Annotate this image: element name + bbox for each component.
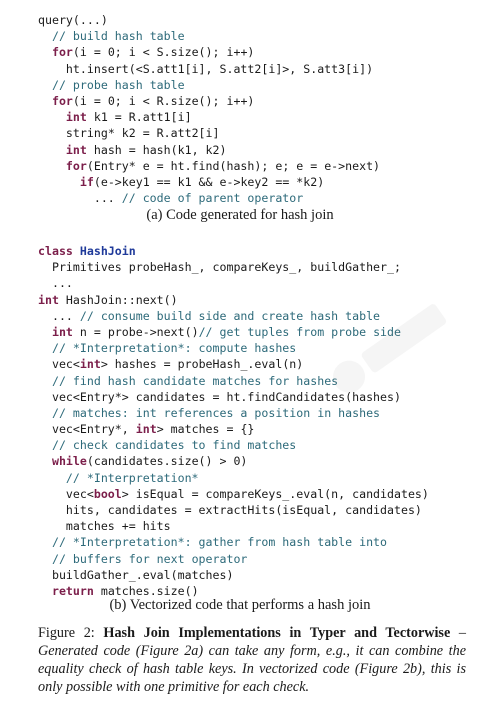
code-line: int HashJoin::next() (38, 292, 429, 308)
code-keyword: int (79, 357, 101, 372)
code-keyword: class (38, 244, 73, 258)
code-line: // probe hash table (38, 77, 380, 93)
code-text: * k2 = R.att2[i] (107, 126, 220, 141)
code-line: for(Entry* e = ht.find(hash); e; e = e->… (38, 158, 380, 174)
code-comment: // check candidates to find matches (51, 438, 297, 453)
code-keyword: int (65, 142, 87, 157)
code-keyword: int (38, 292, 59, 307)
code-text: > matches = {} (156, 422, 255, 437)
code-text: ... (51, 308, 80, 323)
code-text: (i = 0; i < R.size(); i++) (72, 93, 255, 108)
code-text: n = probe->next() (72, 324, 199, 339)
code-line: // *Interpretation* (38, 470, 429, 486)
code-line: ... // consume build side and create has… (38, 308, 429, 324)
code-text: (i = 0; i < S.size(); i++) (72, 45, 255, 60)
code-keyword: if (79, 174, 94, 189)
code-text: vec<Entry*> candidates = ht.findCandidat… (51, 389, 401, 404)
code-keyword: for (65, 158, 87, 173)
code-text: matches += hits (65, 519, 171, 534)
code-keyword: int (51, 324, 73, 339)
code-line: buildGather_.eval(matches) (38, 567, 429, 583)
code-line: ... // code of parent operator (38, 190, 380, 206)
code-text: HashJoin::next() (58, 292, 178, 307)
figure-label: Figure 2: (38, 625, 104, 641)
code-line: // buffers for next operator (38, 551, 429, 567)
code-line: for(i = 0; i < S.size(); i++) (38, 44, 380, 60)
subcaption-b: (b) Vectorized code that performs a hash… (109, 597, 371, 613)
code-comment: // *Interpretation*: compute hashes (51, 341, 297, 356)
code-listing-hash-join-vectorized: class HashJoin Primitives probeHash_, co… (38, 243, 429, 599)
code-line: class HashJoin (38, 243, 429, 259)
code-comment: // get tuples from probe side (198, 324, 401, 339)
code-line: ht.insert(<S.att1[i], S.att2[i]>, S.att3… (38, 61, 380, 77)
code-text: Primitives probeHash_, compareKeys_, bui… (51, 260, 401, 275)
code-line: for(i = 0; i < R.size(); i++) (38, 93, 380, 109)
code-line: vec<int> hashes = probeHash_.eval(n) (38, 356, 429, 372)
code-text: vec<Entry*, (51, 422, 136, 437)
code-text: ... (93, 191, 122, 206)
code-text: (Entry* e = ht.find(hash); e; e = e->nex… (86, 158, 381, 173)
code-line: int n = probe->next()// get tuples from … (38, 324, 429, 340)
code-keyword: while (51, 454, 87, 469)
code-comment: // find hash candidate matches for hashe… (51, 373, 339, 388)
code-line: // matches: int references a position in… (38, 405, 429, 421)
code-comment: // *Interpretation* (65, 470, 199, 485)
code-class-name: HashJoin (79, 244, 136, 258)
code-line: hits, candidates = extractHits(isEqual, … (38, 502, 429, 518)
code-keyword: int (65, 110, 87, 125)
code-line: query(...) (38, 12, 380, 28)
code-line: // find hash candidate matches for hashe… (38, 373, 429, 389)
code-line: vec<Entry*> candidates = ht.findCandidat… (38, 389, 429, 405)
code-text: matches.size() (93, 583, 199, 598)
code-text: buildGather_.eval(matches) (51, 567, 234, 582)
code-comment: // *Interpretation*: gather from hash ta… (51, 535, 388, 550)
code-text: query(...) (38, 13, 108, 27)
code-line: int k1 = R.att1[i] (38, 109, 380, 125)
code-text: vec< (65, 486, 94, 501)
code-text: (candidates.size() > 0) (86, 454, 248, 469)
code-line: if(e->key1 == k1 && e->key2 == *k2) (38, 174, 380, 190)
code-line: vec<bool> isEqual = compareKeys_.eval(n,… (38, 486, 429, 502)
code-comment: // consume build side and create hash ta… (79, 308, 381, 323)
figure-title: Hash Join Implementations in Typer and T… (103, 625, 451, 641)
code-line: // check candidates to find matches (38, 437, 429, 453)
code-comment: // build hash table (51, 29, 185, 44)
code-text: vec< (51, 357, 80, 372)
subcaption-a: (a) Code generated for hash join (146, 207, 334, 223)
code-line: // *Interpretation*: gather from hash ta… (38, 534, 429, 550)
code-line: int hash = hash(k1, k2) (38, 142, 380, 158)
code-text: hits, candidates = extractHits(isEqual, … (65, 503, 422, 517)
figure-caption: Figure 2: Hash Join Implementations in T… (38, 624, 466, 696)
code-text: ... (51, 276, 73, 291)
code-comment: // buffers for next operator (51, 551, 248, 566)
code-line: // build hash table (38, 28, 380, 44)
code-comment: // matches: int references a position in… (51, 405, 381, 420)
code-line: matches += hits (38, 518, 429, 534)
code-line: ... (38, 275, 429, 291)
code-comment: // code of parent operator (121, 191, 304, 206)
code-line: while(candidates.size() > 0) (38, 453, 429, 469)
code-text: k1 = R.att1[i] (86, 110, 192, 125)
code-text: > hashes = probeHash_.eval(n) (100, 357, 304, 372)
code-text: string (65, 126, 108, 141)
code-line: Primitives probeHash_, compareKeys_, bui… (38, 259, 429, 275)
code-keyword: for (51, 93, 73, 108)
code-keyword: return (51, 583, 94, 598)
code-keyword: int (135, 422, 157, 437)
code-line: vec<Entry*, int> matches = {} (38, 421, 429, 437)
code-text: > isEqual = compareKeys_.eval(n, candida… (121, 486, 429, 501)
code-comment: // probe hash table (51, 77, 185, 92)
code-listing-hash-join-generated: query(...) // build hash table for(i = 0… (38, 12, 380, 206)
code-text: ht.insert(<S.att1[i], S.att2[i]>, S.att3… (65, 61, 374, 76)
code-line: string* k2 = R.att2[i] (38, 125, 380, 141)
code-text: hash = hash(k1, k2) (86, 142, 227, 157)
code-text: (e->key1 == k1 && e->key2 == *k2) (93, 174, 325, 189)
code-keyword: for (51, 45, 73, 60)
code-line: // *Interpretation*: compute hashes (38, 340, 429, 356)
code-keyword: bool (93, 486, 122, 501)
